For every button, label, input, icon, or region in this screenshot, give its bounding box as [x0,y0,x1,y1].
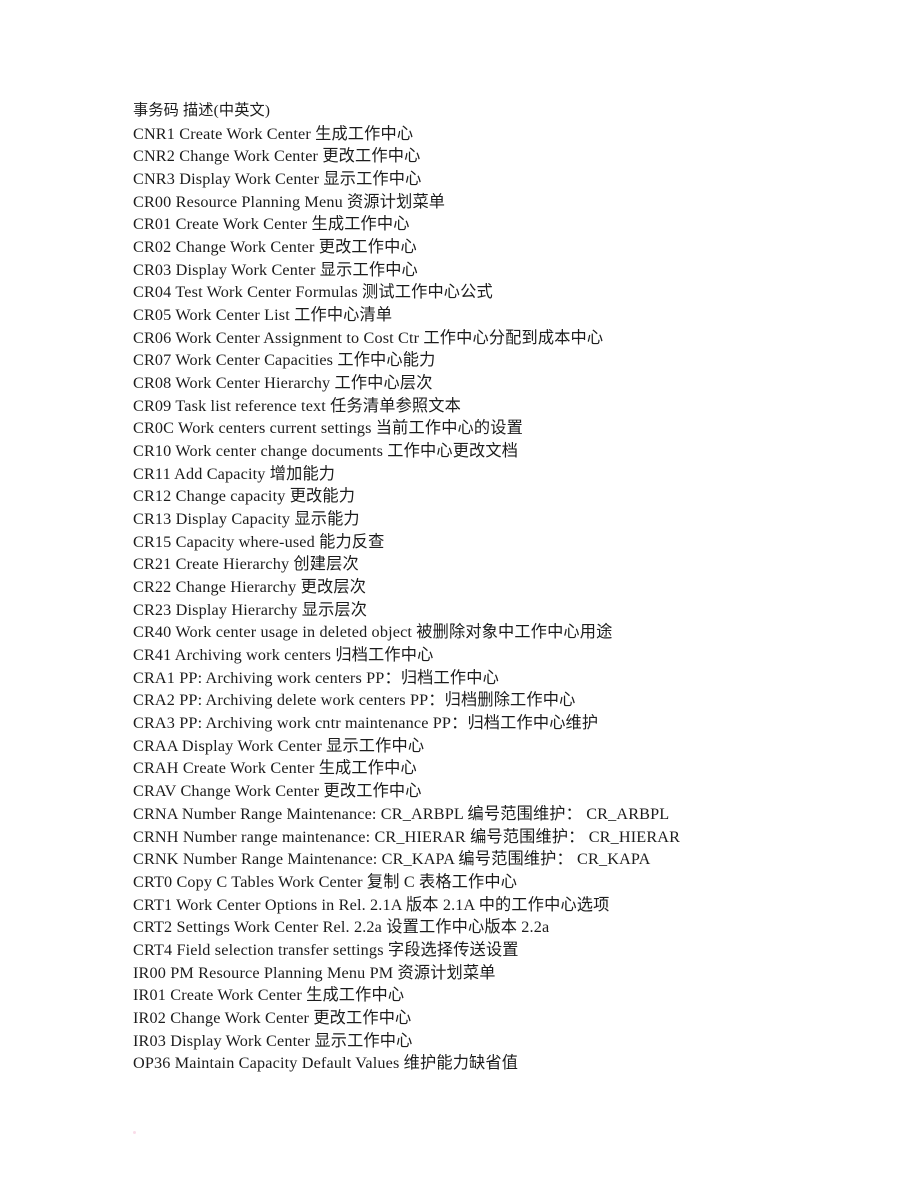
transaction-code-line: CR03 Display Work Center 显示工作中心 [133,260,418,279]
transaction-code-line: IR01 Create Work Center 生成工作中心 [133,986,405,1005]
transaction-code-line: IR02 Change Work Center 更改工作中心 [133,1008,412,1027]
transaction-code-line: CR09 Task list reference text 任务清单参照文本 [133,396,461,415]
transaction-code-line: CR10 Work center change documents 工作中心更改… [133,442,519,461]
transaction-code-line: CR00 Resource Planning Menu 资源计划菜单 [133,192,446,211]
transaction-code-line: CNR3 Display Work Center 显示工作中心 [133,170,422,189]
transaction-code-line: CRT0 Copy C Tables Work Center 复制 C 表格工作… [133,872,518,891]
transaction-code-line: CRT4 Field selection transfer settings 字… [133,940,519,959]
transaction-code-line: CRA2 PP: Archiving delete work centers P… [133,691,576,710]
transaction-code-line: CRAV Change Work Center 更改工作中心 [133,782,422,801]
transaction-code-line: CR13 Display Capacity 显示能力 [133,510,360,529]
transaction-code-line: CR02 Change Work Center 更改工作中心 [133,238,417,257]
transaction-code-line: CRAH Create Work Center 生成工作中心 [133,759,417,778]
transaction-code-line: CRT1 Work Center Options in Rel. 2.1A 版本… [133,895,610,914]
document-text-body: 事务码 描述(中英文) CNR1 Create Work Center 生成工作中… [133,100,833,1075]
transaction-code-line: IR03 Display Work Center 显示工作中心 [133,1031,413,1050]
transaction-code-line: CR23 Display Hierarchy 显示层次 [133,600,368,619]
transaction-code-line: OP36 Maintain Capacity Default Values 维护… [133,1054,519,1073]
document-header-line: 事务码 描述(中英文) [133,102,271,119]
transaction-code-line: CR22 Change Hierarchy 更改层次 [133,578,367,597]
document-page: 事务码 描述(中英文) CNR1 Create Work Center 生成工作中… [0,0,920,1191]
transaction-code-line: CR21 Create Hierarchy 创建层次 [133,555,359,574]
transaction-code-line: CR15 Capacity where-used 能力反查 [133,532,385,551]
transaction-code-line: CR41 Archiving work centers 归档工作中心 [133,646,434,665]
page-artifact-speck [133,1131,136,1134]
transaction-code-line: CR08 Work Center Hierarchy 工作中心层次 [133,374,433,393]
transaction-code-line: CNR1 Create Work Center 生成工作中心 [133,124,414,143]
transaction-code-line: CRA3 PP: Archiving work cntr maintenance… [133,714,599,733]
transaction-code-line: CNR2 Change Work Center 更改工作中心 [133,147,421,166]
transaction-code-line: CRNK Number Range Maintenance: CR_KAPA 编… [133,850,651,869]
transaction-code-line: CRNH Number range maintenance: CR_HIERAR… [133,827,681,846]
transaction-code-line: CR12 Change capacity 更改能力 [133,487,356,506]
transaction-code-line: CRA1 PP: Archiving work centers PP：归档工作中… [133,668,499,687]
transaction-code-line: CR04 Test Work Center Formulas 测试工作中心公式 [133,283,493,302]
transaction-code-line: CR01 Create Work Center 生成工作中心 [133,215,410,234]
transaction-code-line: CR05 Work Center List 工作中心清单 [133,306,393,325]
transaction-code-line: CR0C Work centers current settings 当前工作中… [133,419,523,438]
transaction-code-line: IR00 PM Resource Planning Menu PM 资源计划菜单 [133,963,496,982]
transaction-code-line: CR07 Work Center Capacities 工作中心能力 [133,351,436,370]
transaction-code-line: CR11 Add Capacity 增加能力 [133,464,336,483]
transaction-code-line: CRAA Display Work Center 显示工作中心 [133,736,425,755]
transaction-code-line: CRNA Number Range Maintenance: CR_ARBPL … [133,804,670,823]
transaction-code-line: CRT2 Settings Work Center Rel. 2.2a 设置工作… [133,918,550,937]
transaction-code-line: CR40 Work center usage in deleted object… [133,623,613,642]
transaction-code-line: CR06 Work Center Assignment to Cost Ctr … [133,328,604,347]
